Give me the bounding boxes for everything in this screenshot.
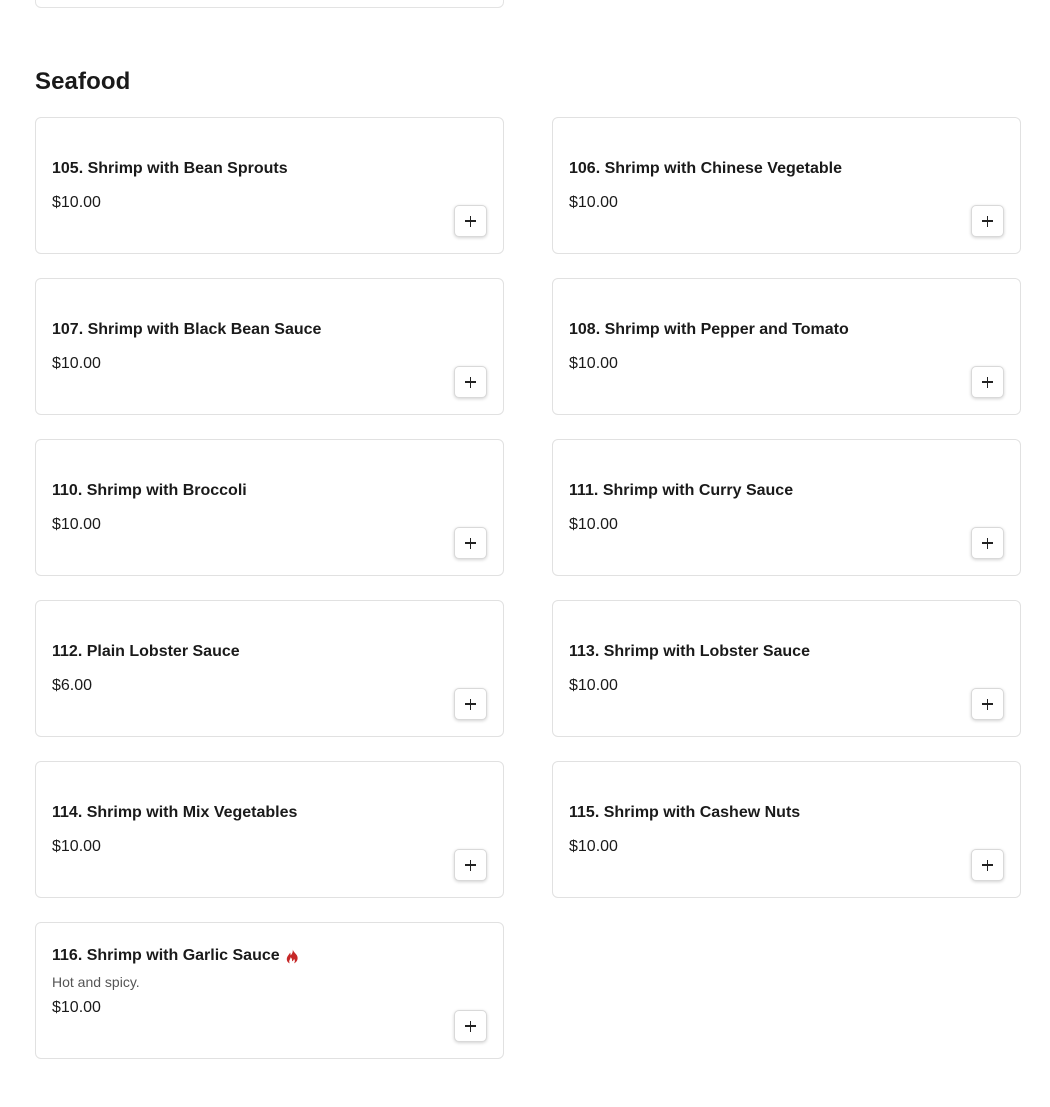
menu-item-body: 116. Shrimp with Garlic Sauce Hot and sp… [52, 946, 433, 1018]
menu-item-price: $10.00 [52, 838, 101, 855]
flame-icon [286, 949, 299, 964]
previous-item-card[interactable] [35, 0, 504, 8]
add-to-cart-button[interactable] [971, 849, 1004, 881]
menu-item-body: 112. Plain Lobster Sauce $6.00 [52, 642, 433, 696]
menu-item-body: 114. Shrimp with Mix Vegetables $10.00 [52, 803, 433, 857]
menu-item-name: 114. Shrimp with Mix Vegetables [52, 803, 433, 823]
plus-icon [982, 698, 993, 710]
menu-item-name: 116. Shrimp with Garlic Sauce [52, 946, 433, 966]
menu-item-card[interactable]: 114. Shrimp with Mix Vegetables $10.00 [35, 761, 504, 898]
menu-item-name-text: 112. Plain Lobster Sauce [52, 643, 240, 660]
plus-icon [465, 537, 476, 549]
menu-item-card[interactable]: 105. Shrimp with Bean Sprouts $10.00 [35, 117, 504, 254]
menu-item-body: 110. Shrimp with Broccoli $10.00 [52, 481, 433, 535]
plus-icon [465, 698, 476, 710]
menu-item-name-text: 111. Shrimp with Curry Sauce [569, 482, 794, 499]
menu-item-price: $10.00 [52, 194, 101, 211]
add-to-cart-button[interactable] [454, 527, 487, 559]
add-to-cart-button[interactable] [454, 1010, 487, 1042]
menu-item-name-text: 110. Shrimp with Broccoli [52, 482, 247, 499]
plus-icon [465, 376, 476, 388]
section-title: Seafood [35, 68, 131, 95]
menu-item-body: 107. Shrimp with Black Bean Sauce $10.00 [52, 320, 433, 374]
add-to-cart-button[interactable] [971, 527, 1004, 559]
menu-item-price: $6.00 [52, 677, 93, 694]
add-to-cart-button[interactable] [971, 688, 1004, 720]
plus-icon [465, 215, 476, 227]
menu-item-price: $10.00 [569, 677, 618, 694]
plus-icon [982, 859, 993, 871]
menu-item-name: 112. Plain Lobster Sauce [52, 642, 433, 662]
plus-icon [465, 1020, 476, 1032]
menu-item-name: 107. Shrimp with Black Bean Sauce [52, 320, 433, 340]
menu-item-card[interactable]: 115. Shrimp with Cashew Nuts $10.00 [552, 761, 1021, 898]
menu-item-card[interactable]: 110. Shrimp with Broccoli $10.00 [35, 439, 504, 576]
menu-item-name-text: 116. Shrimp with Garlic Sauce [52, 947, 280, 964]
menu-item-price: $10.00 [569, 355, 618, 372]
menu-item-name: 115. Shrimp with Cashew Nuts [569, 803, 950, 823]
menu-item-name: 111. Shrimp with Curry Sauce [569, 481, 950, 501]
menu-item-card[interactable]: 107. Shrimp with Black Bean Sauce $10.00 [35, 278, 504, 415]
menu-item-price: $10.00 [569, 516, 618, 533]
add-to-cart-button[interactable] [454, 366, 487, 398]
add-to-cart-button[interactable] [454, 688, 487, 720]
menu-item-price: $10.00 [52, 516, 101, 533]
menu-item-name-text: 115. Shrimp with Cashew Nuts [569, 804, 801, 821]
menu-item-name-text: 105. Shrimp with Bean Sprouts [52, 160, 288, 177]
menu-item-body: 115. Shrimp with Cashew Nuts $10.00 [569, 803, 950, 857]
menu-item-name: 108. Shrimp with Pepper and Tomato [569, 320, 950, 340]
menu-item-name-text: 107. Shrimp with Black Bean Sauce [52, 321, 322, 338]
menu-item-body: 111. Shrimp with Curry Sauce $10.00 [569, 481, 950, 535]
menu-item-description: Hot and spicy. [52, 974, 140, 990]
menu-item-body: 113. Shrimp with Lobster Sauce $10.00 [569, 642, 950, 696]
plus-icon [982, 537, 993, 549]
menu-item-body: 106. Shrimp with Chinese Vegetable $10.0… [569, 159, 950, 213]
menu-item-price: $10.00 [52, 999, 101, 1016]
menu-item-price: $10.00 [569, 194, 618, 211]
menu-item-card[interactable]: 113. Shrimp with Lobster Sauce $10.00 [552, 600, 1021, 737]
menu-item-card[interactable]: 106. Shrimp with Chinese Vegetable $10.0… [552, 117, 1021, 254]
menu-item-name-text: 114. Shrimp with Mix Vegetables [52, 804, 298, 821]
menu-item-name: 110. Shrimp with Broccoli [52, 481, 433, 501]
menu-item-body: 108. Shrimp with Pepper and Tomato $10.0… [569, 320, 950, 374]
menu-item-price: $10.00 [52, 355, 101, 372]
menu-item-name-text: 108. Shrimp with Pepper and Tomato [569, 321, 849, 338]
plus-icon [982, 215, 993, 227]
menu-item-card[interactable]: 116. Shrimp with Garlic Sauce Hot and sp… [35, 922, 504, 1059]
menu-item-price: $10.00 [569, 838, 618, 855]
menu-item-name: 106. Shrimp with Chinese Vegetable [569, 159, 950, 179]
menu-item-card[interactable]: 108. Shrimp with Pepper and Tomato $10.0… [552, 278, 1021, 415]
menu-item-card[interactable]: 112. Plain Lobster Sauce $6.00 [35, 600, 504, 737]
add-to-cart-button[interactable] [971, 205, 1004, 237]
add-to-cart-button[interactable] [454, 205, 487, 237]
menu-item-name-text: 113. Shrimp with Lobster Sauce [569, 643, 810, 660]
menu-item-card[interactable]: 111. Shrimp with Curry Sauce $10.00 [552, 439, 1021, 576]
menu-item-name: 113. Shrimp with Lobster Sauce [569, 642, 950, 662]
menu-item-name-text: 106. Shrimp with Chinese Vegetable [569, 160, 842, 177]
menu-item-body: 105. Shrimp with Bean Sprouts $10.00 [52, 159, 433, 213]
plus-icon [982, 376, 993, 388]
menu-item-name: 105. Shrimp with Bean Sprouts [52, 159, 433, 179]
add-to-cart-button[interactable] [454, 849, 487, 881]
menu-page: Seafood 105. Shrimp with Bean Sprouts $1… [0, 0, 1050, 1107]
add-to-cart-button[interactable] [971, 366, 1004, 398]
plus-icon [465, 859, 476, 871]
menu-items-grid: 105. Shrimp with Bean Sprouts $10.00 106… [35, 117, 1021, 1059]
